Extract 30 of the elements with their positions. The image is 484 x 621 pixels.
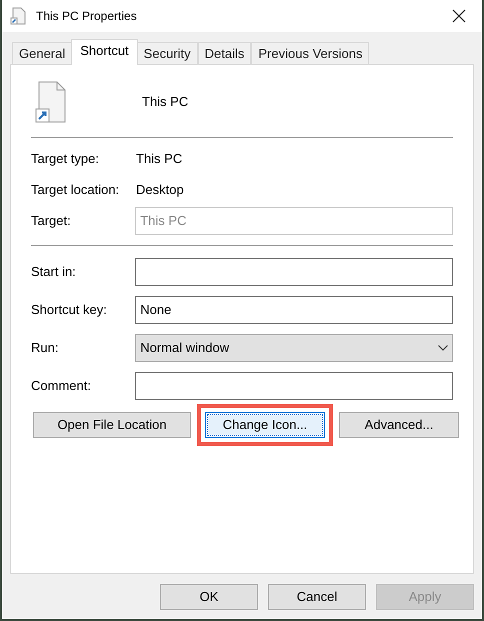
action-button[interactable]: Change Icon... <box>205 412 325 438</box>
shortcut-name: This PC <box>142 93 188 112</box>
run-dropdown[interactable]: Normal window <box>135 334 453 362</box>
property-value: Desktop <box>136 181 184 200</box>
tab[interactable]: General <box>12 42 72 64</box>
field-label: Target: <box>31 212 72 230</box>
shortcut-file-icon <box>35 81 67 123</box>
dialog-button[interactable]: Cancel <box>268 584 366 610</box>
tab[interactable]: Details <box>198 42 252 64</box>
property-value: This PC <box>136 150 182 168</box>
window-title: This PC Properties <box>36 8 137 25</box>
text-field[interactable]: None <box>135 296 453 324</box>
field-label: Run: <box>31 339 60 358</box>
dropdown-value: Normal window <box>140 339 230 358</box>
property-label: Target type: <box>31 150 100 168</box>
text-field[interactable] <box>135 372 453 400</box>
text-field[interactable] <box>135 258 453 286</box>
field-label: Comment: <box>31 377 92 396</box>
field-label: Start in: <box>31 263 77 282</box>
tab[interactable]: Security <box>136 42 198 64</box>
action-button[interactable]: Advanced... <box>339 412 459 438</box>
tab[interactable]: Shortcut <box>71 39 138 65</box>
shortcut-file-icon <box>10 7 26 25</box>
dialog-button[interactable]: OK <box>160 584 258 610</box>
property-label: Target location: <box>31 181 120 200</box>
chevron-down-icon <box>438 345 448 351</box>
tab[interactable]: Previous Versions <box>251 42 370 64</box>
field-label: Shortcut key: <box>31 301 108 320</box>
action-button[interactable]: Open File Location <box>33 412 191 438</box>
close-icon <box>452 9 466 23</box>
